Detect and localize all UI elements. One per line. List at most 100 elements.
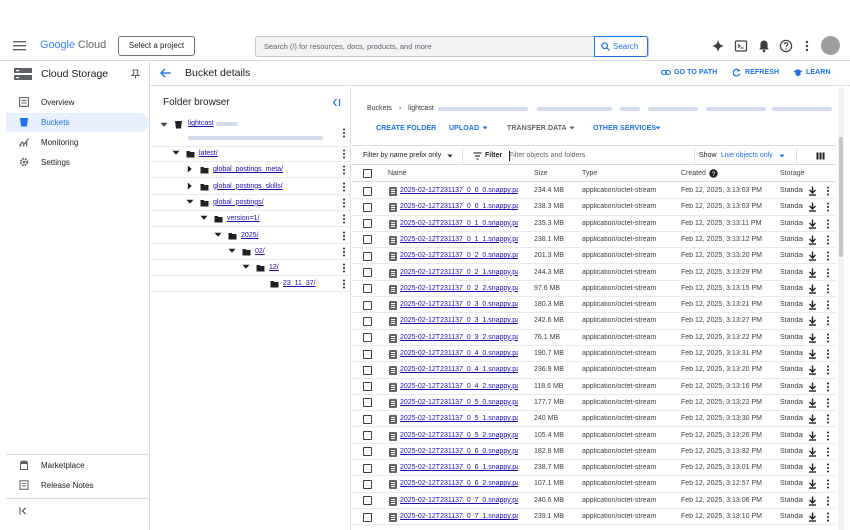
object-name-link[interactable]: 2025-02-12T231137_0_0_0.snappy.parquet bbox=[400, 187, 518, 194]
select-all-checkbox[interactable] bbox=[363, 169, 372, 178]
download-icon[interactable] bbox=[808, 300, 817, 310]
column-header-type[interactable]: Type bbox=[582, 170, 597, 177]
more-vert-icon[interactable] bbox=[826, 496, 830, 506]
table-row[interactable]: 2025-02-12T231137_0_5_2.snappy.parquet 10… bbox=[352, 428, 836, 444]
row-checkbox[interactable] bbox=[363, 219, 372, 229]
column-header-storage[interactable]: Storage bbox=[780, 170, 805, 177]
table-row[interactable]: 2025-02-12T231137_0_4_0.snappy.parquet 19… bbox=[352, 346, 836, 363]
folder-tree-row[interactable]: global_postings_skills/ bbox=[150, 179, 351, 195]
more-vert-icon[interactable] bbox=[826, 447, 830, 457]
table-row[interactable]: 2025-02-12T231137_0_2_2.snappy.parquet 97… bbox=[352, 281, 836, 298]
more-vert-icon[interactable] bbox=[342, 263, 346, 273]
download-icon[interactable] bbox=[808, 479, 817, 490]
folder-name[interactable]: 2025/ bbox=[241, 232, 259, 239]
terminal-icon[interactable] bbox=[734, 39, 748, 53]
folder-tree-row[interactable]: version=1/ bbox=[150, 211, 351, 228]
expand-more-icon[interactable] bbox=[228, 248, 236, 254]
row-checkbox[interactable] bbox=[363, 365, 372, 375]
download-icon[interactable] bbox=[808, 496, 817, 506]
collapse-panel-icon[interactable] bbox=[332, 98, 341, 107]
table-row[interactable]: 2025-02-12T231137_0_5_1.snappy.parquet 24… bbox=[352, 411, 836, 428]
object-name-link[interactable]: 2025-02-12T231137_0_7_0.snappy.parquet bbox=[400, 497, 518, 504]
more-vert-icon[interactable] bbox=[342, 231, 346, 241]
download-icon[interactable] bbox=[808, 463, 817, 473]
breadcrumb-bucket[interactable]: lightcast bbox=[408, 105, 434, 112]
more-vert-icon[interactable] bbox=[342, 279, 346, 289]
row-checkbox[interactable] bbox=[363, 512, 372, 522]
download-icon[interactable] bbox=[808, 512, 817, 522]
object-name-link[interactable]: 2025-02-12T231137_0_5_1.snappy.parquet bbox=[400, 415, 518, 422]
search-button[interactable]: Search bbox=[594, 36, 648, 57]
download-icon[interactable] bbox=[808, 251, 817, 261]
more-vert-icon[interactable] bbox=[826, 349, 830, 359]
other-services-button[interactable]: OTHER SERVICES bbox=[593, 125, 656, 132]
search-input[interactable]: Search (/) for resources, docs, products… bbox=[264, 42, 432, 51]
object-name-link[interactable]: 2025-02-12T231137_0_3_2.snappy.parquet bbox=[400, 334, 518, 341]
download-icon[interactable] bbox=[808, 235, 817, 245]
folder-tree-row[interactable]: latest/ bbox=[150, 146, 351, 162]
folder-name[interactable]: version=1/ bbox=[227, 215, 260, 222]
bucket-tree-row[interactable]: lightcast bbox=[150, 117, 351, 147]
folder-name[interactable]: global_postings_meta/ bbox=[213, 166, 283, 173]
collapse-sidebar-icon[interactable] bbox=[19, 507, 28, 515]
row-checkbox[interactable] bbox=[363, 268, 372, 277]
prefix-filter-dropdown[interactable]: Filter by name prefix only bbox=[363, 152, 441, 159]
select-project-button[interactable]: Select a project bbox=[118, 36, 195, 56]
scrollbar[interactable] bbox=[838, 87, 844, 530]
download-icon[interactable] bbox=[808, 333, 817, 343]
row-checkbox[interactable] bbox=[363, 496, 372, 506]
filter-input[interactable]: Filter objects and folders bbox=[509, 152, 585, 159]
download-icon[interactable] bbox=[808, 382, 817, 392]
object-name-link[interactable]: 2025-02-12T231137_0_5_0.snappy.parquet bbox=[400, 399, 518, 406]
expand-more-icon[interactable] bbox=[186, 199, 194, 205]
transfer-data-button[interactable]: TRANSFER DATA bbox=[507, 125, 567, 132]
column-display-icon[interactable] bbox=[816, 152, 825, 160]
more-vert-icon[interactable] bbox=[826, 365, 830, 375]
gemini-icon[interactable] bbox=[711, 39, 725, 53]
more-vert-icon[interactable] bbox=[826, 268, 830, 278]
download-icon[interactable] bbox=[808, 447, 817, 457]
table-row[interactable]: 2025-02-12T231137_0_1_1.snappy.parquet 23… bbox=[352, 232, 836, 249]
go-to-path-link[interactable]: GO TO PATH bbox=[661, 69, 717, 76]
row-checkbox[interactable] bbox=[363, 300, 372, 310]
object-name-link[interactable]: 2025-02-12T231137_0_6_2.snappy.parquet bbox=[400, 480, 518, 487]
chevron-right-icon[interactable] bbox=[187, 182, 193, 190]
table-row[interactable]: 2025-02-12T231137_0_6_1.snappy.parquet 23… bbox=[352, 460, 836, 477]
expand-more-icon[interactable] bbox=[200, 215, 208, 221]
download-icon[interactable] bbox=[808, 268, 817, 278]
object-name-link[interactable]: 2025-02-12T231137_0_2_1.snappy.parquet bbox=[400, 269, 518, 276]
table-row[interactable]: 2025-02-12T231137_0_6_0.snappy.parquet 18… bbox=[352, 444, 836, 461]
object-name-link[interactable]: 2025-02-12T231137_0_2_0.snappy.parquet bbox=[400, 252, 518, 259]
more-vert-icon[interactable] bbox=[826, 398, 830, 408]
table-row[interactable]: 2025-02-12T231137_0_0_0.snappy.parquet 23… bbox=[352, 183, 836, 200]
table-row[interactable]: 2025-02-12T231137_0_4_1.snappy.parquet 23… bbox=[352, 362, 836, 379]
object-name-link[interactable]: 2025-02-12T231137_0_7_1.snappy.parquet bbox=[400, 513, 518, 520]
row-checkbox[interactable] bbox=[363, 463, 372, 473]
folder-tree-row[interactable]: global_postings_meta/ bbox=[150, 162, 351, 179]
more-vert-icon[interactable] bbox=[342, 198, 346, 208]
table-row[interactable]: 2025-02-12T231137_0_3_1.snappy.parquet 24… bbox=[352, 313, 836, 330]
sidebar-item-monitoring[interactable]: Monitoring bbox=[6, 133, 149, 152]
folder-name[interactable]: 02/ bbox=[255, 248, 265, 255]
row-checkbox[interactable] bbox=[363, 316, 372, 326]
more-vert-icon[interactable] bbox=[826, 235, 830, 245]
sidebar-item-overview[interactable]: Overview bbox=[6, 93, 149, 112]
row-checkbox[interactable] bbox=[363, 431, 372, 440]
more-vert-icon[interactable] bbox=[826, 333, 830, 343]
scrollbar-thumb[interactable] bbox=[839, 137, 843, 257]
show-objects-dropdown[interactable]: Live objects only bbox=[721, 152, 773, 159]
more-vert-icon[interactable] bbox=[826, 479, 830, 489]
folder-tree-row[interactable]: global_postings/ bbox=[150, 195, 351, 211]
more-vert-icon[interactable] bbox=[826, 431, 830, 441]
row-checkbox[interactable] bbox=[363, 479, 372, 489]
row-checkbox[interactable] bbox=[363, 186, 372, 196]
download-icon[interactable] bbox=[808, 414, 817, 424]
bucket-name[interactable]: lightcast bbox=[188, 120, 214, 127]
download-icon[interactable] bbox=[808, 186, 817, 196]
object-name-link[interactable]: 2025-02-12T231137_0_4_0.snappy.parquet bbox=[400, 350, 518, 357]
column-header-size[interactable]: Size bbox=[534, 170, 548, 177]
more-vert-icon[interactable] bbox=[342, 165, 346, 175]
row-checkbox[interactable] bbox=[363, 202, 372, 212]
download-icon[interactable] bbox=[808, 284, 817, 294]
create-folder-button[interactable]: CREATE FOLDER bbox=[376, 125, 436, 132]
